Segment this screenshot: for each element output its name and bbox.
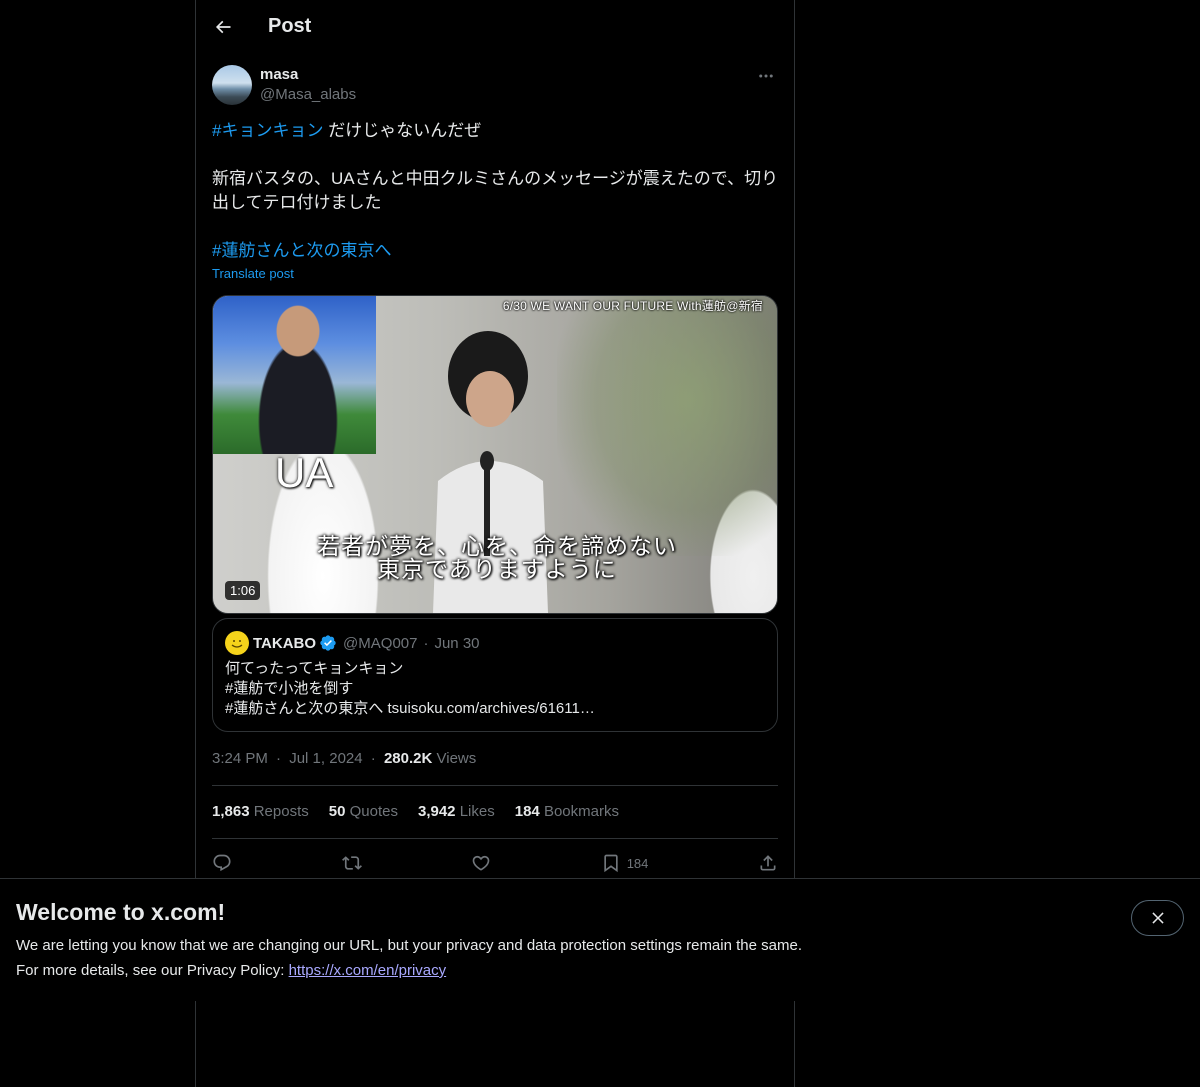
smiley-icon — [226, 632, 248, 654]
repost-icon — [341, 856, 362, 870]
video-foliage — [557, 296, 777, 556]
bookmark-button[interactable]: 184 — [601, 853, 649, 873]
hashtag-link[interactable]: #キョンキョン — [212, 121, 323, 140]
post-header: Post — [196, 0, 794, 53]
views-label: Views — [436, 750, 477, 767]
post-text: だけじゃないんだぜ — [323, 121, 482, 140]
welcome-banner: Welcome to x.com! We are letting you kno… — [0, 878, 1200, 1001]
video-duration: 1:06 — [225, 581, 261, 600]
reply-button[interactable] — [212, 853, 232, 873]
inset-figure — [258, 301, 338, 454]
video-subtitle-line2: 東京でありますように — [377, 556, 617, 582]
reposts-stat[interactable]: 1,863 Reposts — [212, 803, 309, 820]
avatar[interactable] — [212, 65, 252, 105]
banner-line1: We are letting you know that we are chan… — [16, 937, 802, 954]
like-button[interactable] — [471, 853, 491, 873]
divider — [212, 785, 778, 786]
close-icon — [1151, 912, 1164, 924]
post-date[interactable]: Jul 1, 2024 — [289, 750, 362, 767]
verified-badge-icon — [319, 634, 337, 652]
banner-line2: For more details, see our Privacy Policy… — [16, 958, 1096, 983]
bookmarks-stat[interactable]: 184 Bookmarks — [515, 803, 619, 820]
banner-title: Welcome to x.com! — [16, 899, 226, 925]
quoted-post[interactable]: TAKABO @MAQ007 · Jun 30 何てったってキョンキョン #蓮舫… — [212, 618, 778, 732]
more-icon — [759, 74, 773, 78]
quote-author-name: TAKABO — [253, 634, 317, 652]
video-inset-photo — [213, 296, 376, 454]
video-top-caption: 6/30 WE WANT OUR FUTURE With蓮舫@新宿 — [502, 299, 763, 313]
share-button[interactable] — [758, 853, 778, 873]
privacy-policy-link[interactable]: https://x.com/en/privacy — [289, 962, 447, 979]
post-stats: 1,863 Reposts 50 Quotes 3,942 Likes 184 … — [212, 803, 619, 820]
author-handle[interactable]: @Masa_alabs — [260, 86, 356, 103]
post-hashtag-line: #蓮舫さんと次の東京へ — [212, 239, 782, 263]
page-title: Post — [268, 15, 312, 37]
video-player[interactable]: 6/30 WE WANT OUR FUTURE With蓮舫@新宿 UA 若者が… — [212, 295, 778, 614]
separator-dot: · — [423, 634, 429, 652]
views-count: 280.2K — [383, 750, 433, 767]
post-meta: 3:24 PM · Jul 1, 2024 · 280.2K Views — [212, 750, 476, 767]
quotes-stat[interactable]: 50 Quotes — [329, 803, 398, 820]
separator-dot: · — [276, 750, 282, 767]
action-bar: 184 — [212, 850, 778, 876]
quote-author-handle: @MAQ007 — [343, 634, 418, 652]
separator-dot: · — [370, 750, 376, 767]
post-text-line1: #キョンキョン だけじゃないんだぜ — [212, 119, 782, 143]
back-button[interactable] — [206, 10, 240, 44]
quote-header: TAKABO @MAQ007 · Jun 30 — [225, 631, 480, 655]
close-banner-button[interactable] — [1131, 900, 1184, 936]
likes-stat[interactable]: 3,942 Likes — [418, 803, 495, 820]
divider — [212, 838, 778, 839]
post-paragraph: 新宿バスタの、UAさんと中田クルミさんのメッセージが震えたので、切り出してテロ付… — [212, 169, 779, 212]
like-icon — [472, 855, 490, 871]
bookmark-icon — [604, 854, 618, 873]
bookmark-count: 184 — [626, 855, 649, 871]
more-button[interactable] — [754, 64, 778, 88]
banner-line2-prefix: For more details, see our Privacy Policy… — [16, 962, 289, 979]
author-name[interactable]: masa — [260, 66, 298, 83]
video-name-caption: UA — [275, 449, 334, 496]
hashtag-link[interactable]: #蓮舫さんと次の東京へ — [212, 241, 391, 260]
translate-post-link[interactable]: Translate post — [212, 266, 294, 281]
quote-avatar — [225, 631, 249, 655]
reply-icon — [213, 854, 231, 872]
back-arrow-icon — [215, 20, 231, 33]
post-time[interactable]: 3:24 PM — [212, 750, 268, 767]
post-author: masa @Masa_alabs — [212, 64, 778, 108]
quote-text: 何てったってキョンキョン #蓮舫で小池を倒す #蓮舫さんと次の東京へ tsuis… — [225, 660, 595, 717]
repost-button[interactable] — [341, 853, 362, 873]
banner-text: We are letting you know that we are chan… — [16, 933, 1096, 983]
quote-date: Jun 30 — [434, 634, 480, 652]
share-icon — [760, 855, 776, 871]
